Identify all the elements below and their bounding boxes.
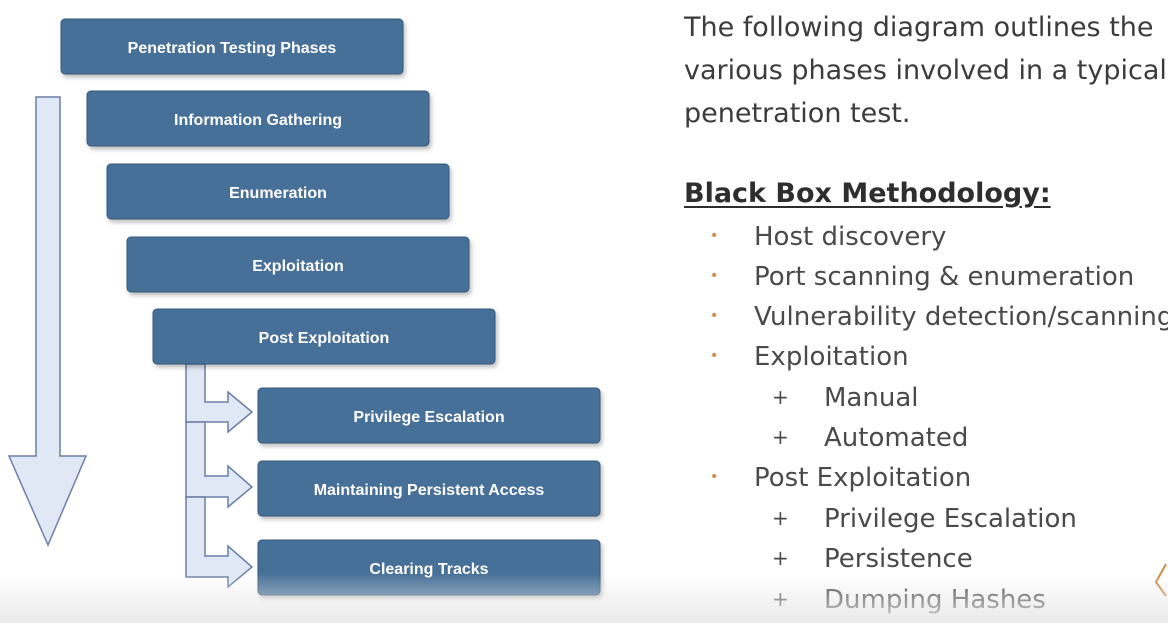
list-item-label: Host discovery [754,222,947,252]
dot-bullet-icon: • [710,469,719,485]
plus-bullet-icon: + [772,506,789,530]
sub-list-item-label: Privilege Escalation [824,504,1077,534]
list-item-label: Exploitation [754,342,909,372]
sub-list-item-label: Persistence [824,544,973,574]
list-item-label: Port scanning & enumeration [754,262,1135,292]
plus-bullet-icon: + [772,385,789,409]
slide: Penetration Testing Phases Information G… [0,0,1168,623]
dot-bullet-icon: • [710,348,719,364]
list-item-label: Post Exploitation [754,463,972,493]
sub-list-item-label: Automated [824,423,969,453]
list-item-label: Vulnerability detection/scanning [754,302,1168,332]
plus-bullet-icon: + [772,425,789,449]
corner-decoration-icon [1154,563,1167,597]
plus-bullet-icon: + [772,546,789,570]
plus-bullet-icon: + [772,587,789,611]
sub-list-item-label: Manual [824,383,919,413]
dot-bullet-icon: • [710,228,719,244]
dot-bullet-icon: • [710,308,719,324]
methodology-list: • Host discovery • Port scanning & enume… [0,0,1168,623]
sub-list-item-label: Dumping Hashes [824,585,1046,615]
dot-bullet-icon: • [710,268,719,284]
